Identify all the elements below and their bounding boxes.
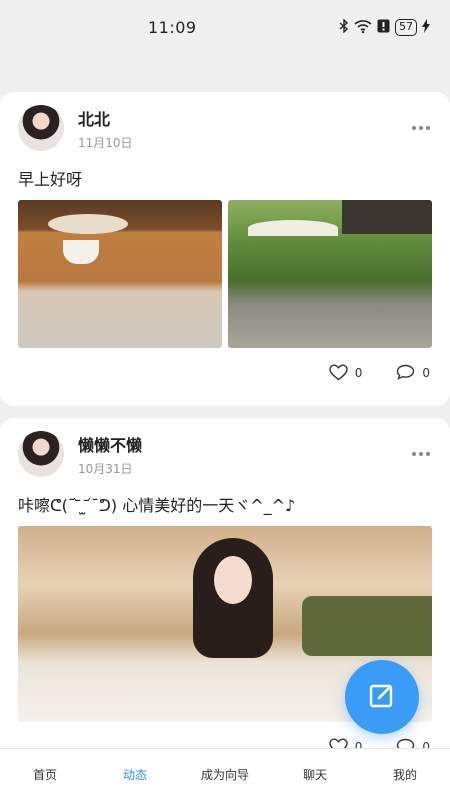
like-button[interactable]: 0 [329,364,363,381]
author-info: 北北 11月10日 [78,106,402,151]
status-time: 11:09 [148,17,197,37]
like-count: 0 [354,365,363,380]
post-card[interactable]: 懒懒不懒 10月31日 咔嚓ᕦ(¯ ᷅ ̫ ᷄¯ᕤ) 心情美好的一天ヾ^_^♪ … [0,418,450,800]
post-header: 懒懒不懒 10月31日 [18,431,432,477]
status-bar: 11:09 57 [0,0,450,54]
post-reactions: 0 0 [18,364,432,381]
more-options-icon[interactable] [402,126,432,130]
post-text: 早上好呀 [18,170,83,189]
tab-feed[interactable]: 动态 [95,766,175,783]
comment-icon [396,364,415,381]
avatar[interactable] [18,105,64,151]
tab-me[interactable]: 我的 [365,766,445,783]
alert-icon [377,19,390,36]
heart-icon [329,364,348,381]
more-options-icon[interactable] [402,452,432,456]
comment-button[interactable]: 0 [396,364,430,381]
tab-home[interactable]: 首页 [5,766,85,783]
post-images [18,200,432,348]
status-icons: 57 [339,17,430,36]
post-header: 北北 11月10日 [18,105,432,151]
edit-icon [368,681,396,713]
post-date: 10月31日 [78,461,133,476]
wifi-icon [354,19,372,36]
tab-chat[interactable]: 聊天 [275,766,355,783]
post-text: 咔嚓ᕦ(¯ ᷅ ̫ ᷄¯ᕤ) 心情美好的一天ヾ^_^♪ [18,496,296,515]
charging-icon [422,18,430,36]
tab-become-guide[interactable]: 成为向导 [185,766,265,783]
avatar[interactable] [18,431,64,477]
garden-cafe-photo[interactable] [228,200,432,348]
author-info: 懒懒不懒 10月31日 [78,432,402,477]
bottom-tab-bar: 首页 动态 成为向导 聊天 我的 [0,748,450,800]
bluetooth-icon [339,17,349,36]
author-name[interactable]: 懒懒不懒 [78,432,402,456]
battery-icon: 57 [395,18,417,36]
comment-count: 0 [422,365,430,380]
cafe-table-photo[interactable] [18,200,222,348]
post-date: 11月10日 [78,135,133,150]
author-name[interactable]: 北北 [78,106,402,130]
compose-button[interactable] [345,660,419,734]
post-card[interactable]: 北北 11月10日 早上好呀 0 0 [0,92,450,406]
